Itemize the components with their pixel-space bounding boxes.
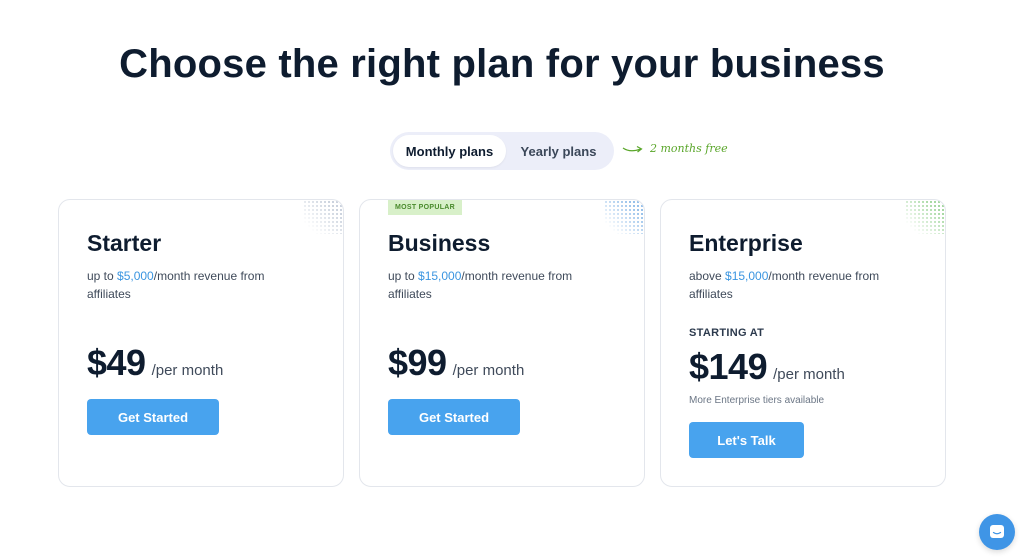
price-row: $49 /per month: [87, 342, 223, 384]
revenue-amount: $5,000: [117, 269, 154, 283]
price-period: /per month: [773, 366, 845, 383]
price-period: /per month: [452, 362, 525, 379]
decorative-dots: [303, 200, 343, 234]
plan-card-starter: Starter up to $5,000/month revenue from …: [58, 199, 344, 487]
toggle-yearly-plans[interactable]: Yearly plans: [506, 135, 611, 167]
more-tiers-note: More Enterprise tiers available: [689, 395, 825, 406]
billing-toggle[interactable]: Monthly plans Yearly plans: [390, 132, 614, 170]
lets-talk-button[interactable]: Let's Talk: [689, 422, 804, 458]
starting-at-label: STARTING AT: [689, 327, 765, 339]
price-row: $99 /per month: [388, 342, 524, 384]
plan-description: above $15,000/month revenue from affilia…: [689, 267, 909, 303]
plan-price: $149: [689, 346, 768, 387]
desc-prefix: above: [689, 269, 726, 283]
desc-prefix: up to: [388, 269, 419, 283]
price-row: $149 /per month: [689, 346, 845, 388]
plan-price: $49: [87, 342, 146, 383]
get-started-button[interactable]: Get Started: [87, 399, 219, 435]
decorative-dots: [905, 200, 945, 234]
revenue-amount: $15,000: [418, 269, 462, 283]
price-period: /per month: [151, 362, 224, 379]
toggle-monthly-plans[interactable]: Monthly plans: [393, 135, 506, 167]
plan-card-business: MOST POPULAR Business up to $15,000/mont…: [359, 199, 645, 487]
most-popular-badge: MOST POPULAR: [388, 200, 462, 215]
revenue-amount: $15,000: [725, 269, 769, 283]
chat-icon: [990, 525, 1004, 538]
curved-arrow-icon: [622, 145, 643, 152]
plan-price: $99: [388, 342, 447, 383]
get-started-button[interactable]: Get Started: [388, 399, 520, 435]
desc-prefix: up to: [87, 269, 118, 283]
plan-name: Enterprise: [689, 230, 803, 256]
plan-description: up to $15,000/month revenue from affilia…: [388, 267, 608, 303]
plan-name: Starter: [87, 230, 162, 256]
yearly-discount-note: 2 months free: [622, 142, 728, 155]
plan-description: up to $5,000/month revenue from affiliat…: [87, 267, 307, 303]
plan-card-enterprise: Enterprise above $15,000/month revenue f…: [660, 199, 946, 487]
plan-name: Business: [388, 230, 491, 256]
chat-launcher-button[interactable]: [979, 514, 1015, 550]
discount-note-text: 2 months free: [650, 142, 728, 155]
decorative-dots: [604, 200, 644, 234]
page-title: Choose the right plan for your business: [119, 42, 885, 86]
